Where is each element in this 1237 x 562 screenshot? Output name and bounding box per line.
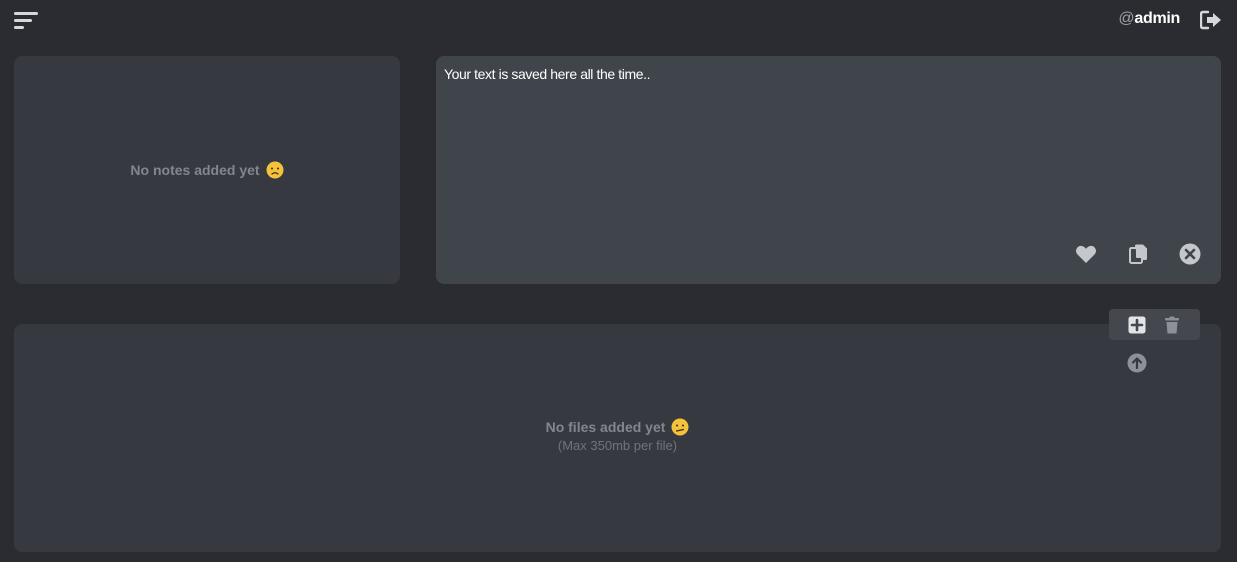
upload-circle-icon[interactable] [1127, 353, 1147, 373]
user-label: @admin [1118, 10, 1180, 28]
notes-empty-state: No notes added yet [130, 161, 284, 179]
copy-icon[interactable] [1127, 242, 1151, 266]
top-bar: @admin [0, 0, 1237, 40]
at-symbol: @ [1118, 10, 1135, 27]
heart-icon[interactable] [1074, 242, 1098, 266]
sign-out-icon[interactable] [1200, 10, 1222, 30]
notes-empty-message: No notes added yet [130, 162, 260, 178]
confused-face-emoji [671, 418, 689, 436]
files-empty-message: No files added yet [545, 419, 666, 435]
file-size-limit-note: (Max 350mb per file) [557, 438, 678, 453]
username: admin [1134, 10, 1180, 27]
editor-text[interactable]: Your text is saved here all the time.. [444, 66, 650, 82]
notes-panel: No notes added yet [14, 56, 400, 284]
trash-icon[interactable] [1162, 315, 1182, 335]
files-panel[interactable]: No files added yet (Max 350mb per file) [14, 324, 1221, 552]
editor-actions [1074, 242, 1214, 266]
files-empty-state: No files added yet (Max 350mb per file) [14, 418, 1221, 453]
worried-face-emoji [266, 161, 284, 179]
close-circle-icon[interactable] [1178, 242, 1202, 266]
files-empty-row: No files added yet [546, 418, 690, 436]
plus-square-icon[interactable] [1127, 315, 1147, 335]
hamburger-menu-icon[interactable] [14, 12, 40, 32]
text-editor-panel[interactable]: Your text is saved here all the time.. [436, 56, 1221, 284]
file-toolbar [1109, 309, 1200, 340]
